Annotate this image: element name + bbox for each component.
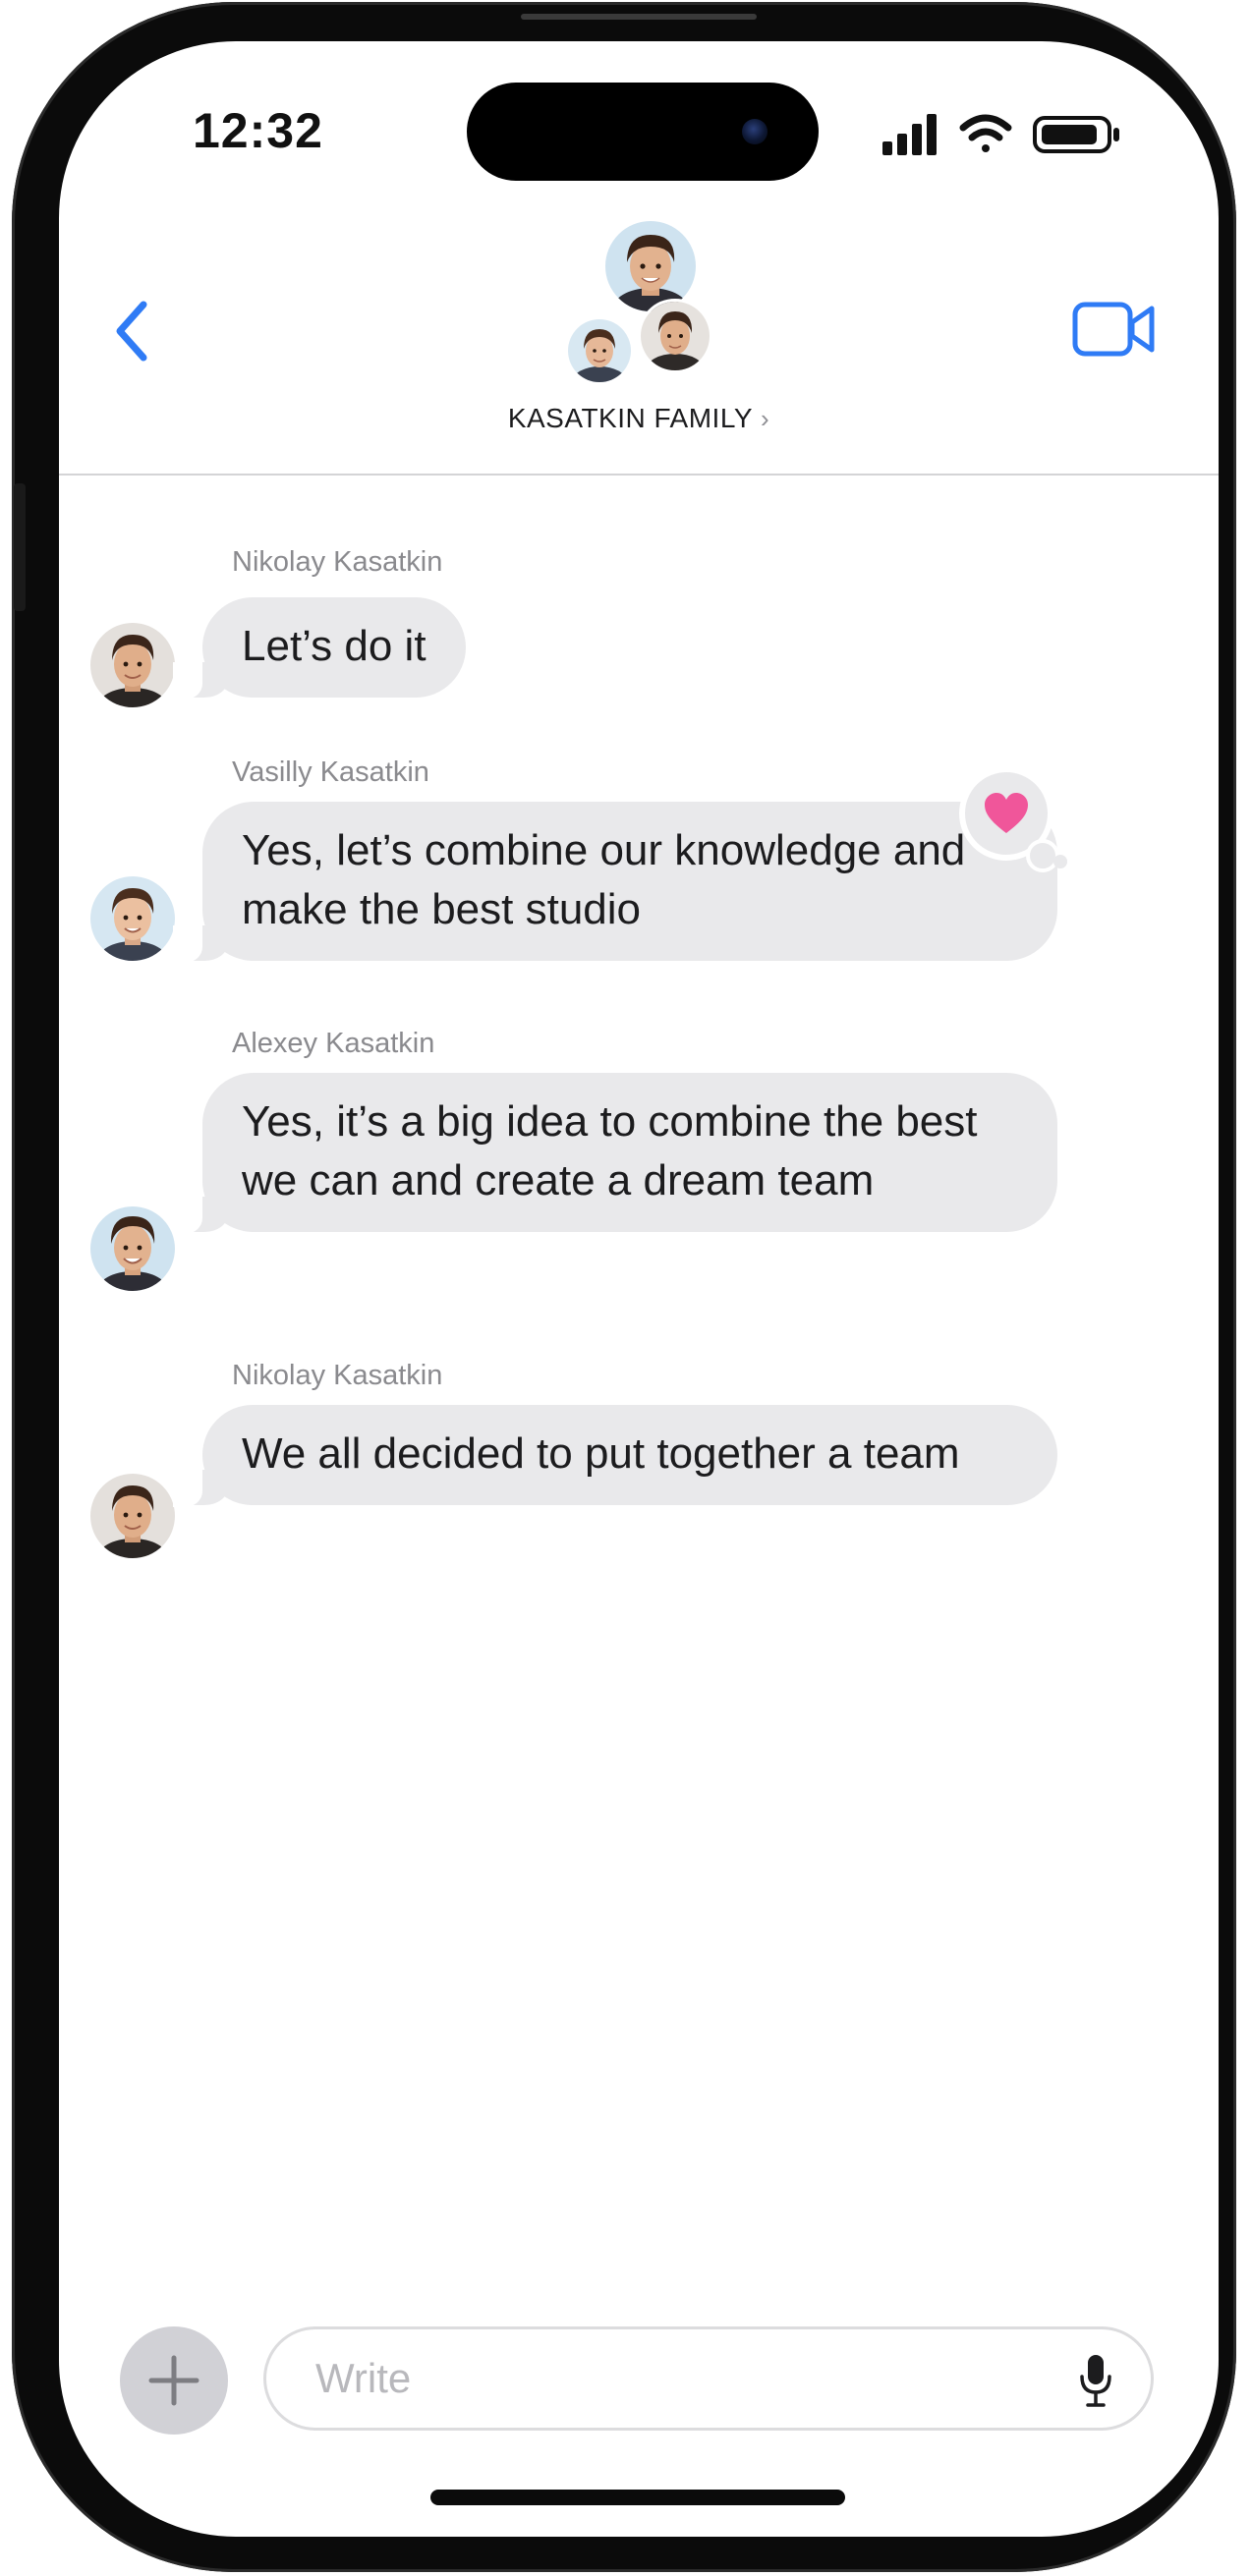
sender-avatar[interactable] <box>90 1206 175 1291</box>
status-time: 12:32 <box>193 103 323 158</box>
message-sender: Alexey Kasatkin <box>232 1028 435 1059</box>
home-indicator[interactable] <box>430 2490 845 2505</box>
group-avatar-second <box>565 316 634 385</box>
plus-icon <box>148 2355 199 2406</box>
front-camera <box>742 119 768 144</box>
message-sender: Nikolay Kasatkin <box>232 546 443 578</box>
group-avatar-third <box>638 299 712 373</box>
status-icons <box>882 114 1119 155</box>
avatar-image <box>90 623 175 707</box>
message-input-placeholder: Write <box>315 2355 412 2401</box>
add-attachment-button[interactable] <box>120 2326 228 2435</box>
group-name-link[interactable]: KASATKIN FAMILY › <box>59 403 1219 434</box>
wifi-icon <box>959 114 1012 152</box>
chevron-right-icon: › <box>761 404 770 433</box>
battery-icon <box>1033 116 1119 153</box>
dynamic-island <box>467 83 819 181</box>
message-text: Yes, it’s a big idea to combine the best… <box>242 1097 978 1204</box>
reaction-tail-dot <box>1053 855 1067 868</box>
message-text: Yes, let’s combine our knowledge and mak… <box>242 826 966 933</box>
reaction-tail-dot <box>1026 839 1059 872</box>
avatar-image <box>641 302 710 370</box>
heart-icon <box>985 793 1028 833</box>
phone-screen: 12:32 KASATKIN FAMILY › Nikolay Kasatkin… <box>59 41 1219 2537</box>
phone-speaker <box>521 14 757 20</box>
sender-avatar[interactable] <box>90 623 175 707</box>
group-avatars[interactable] <box>565 218 722 385</box>
microphone-icon <box>1080 2355 1111 2407</box>
avatar-image <box>568 319 631 382</box>
video-call-button[interactable] <box>1071 299 1158 360</box>
back-button[interactable] <box>98 287 167 375</box>
message-text: Let’s do it <box>242 622 426 670</box>
message-bubble[interactable]: Yes, it’s a big idea to combine the best… <box>173 1073 1057 1234</box>
message-bubble[interactable]: Let’s do it <box>173 597 466 700</box>
avatar-image <box>605 221 696 311</box>
group-name: KASATKIN FAMILY <box>507 403 754 433</box>
avatar-image <box>90 1474 175 1558</box>
video-camera-icon <box>1072 302 1155 357</box>
sender-avatar[interactable] <box>90 876 175 961</box>
phone-side-button <box>14 483 26 611</box>
message-sender: Vasilly Kasatkin <box>232 756 429 788</box>
voice-message-button[interactable] <box>1078 2353 1113 2408</box>
message-sender: Nikolay Kasatkin <box>232 1360 443 1391</box>
avatar-image <box>90 1206 175 1291</box>
message-bubble[interactable]: We all decided to put together a team <box>173 1405 1057 1507</box>
message-input[interactable]: Write <box>263 2326 1154 2431</box>
cellular-signal-icon <box>882 114 937 155</box>
chevron-left-icon <box>116 301 147 362</box>
message-bubble[interactable]: Yes, let’s combine our knowledge and mak… <box>173 802 1057 963</box>
header-divider <box>59 474 1219 476</box>
avatar-image <box>90 876 175 961</box>
sender-avatar[interactable] <box>90 1474 175 1558</box>
message-text: We all decided to put together a team <box>242 1429 960 1478</box>
phone-frame: 12:32 KASATKIN FAMILY › Nikolay Kasatkin… <box>12 2 1236 2572</box>
page: 12:32 KASATKIN FAMILY › Nikolay Kasatkin… <box>0 0 1251 2576</box>
